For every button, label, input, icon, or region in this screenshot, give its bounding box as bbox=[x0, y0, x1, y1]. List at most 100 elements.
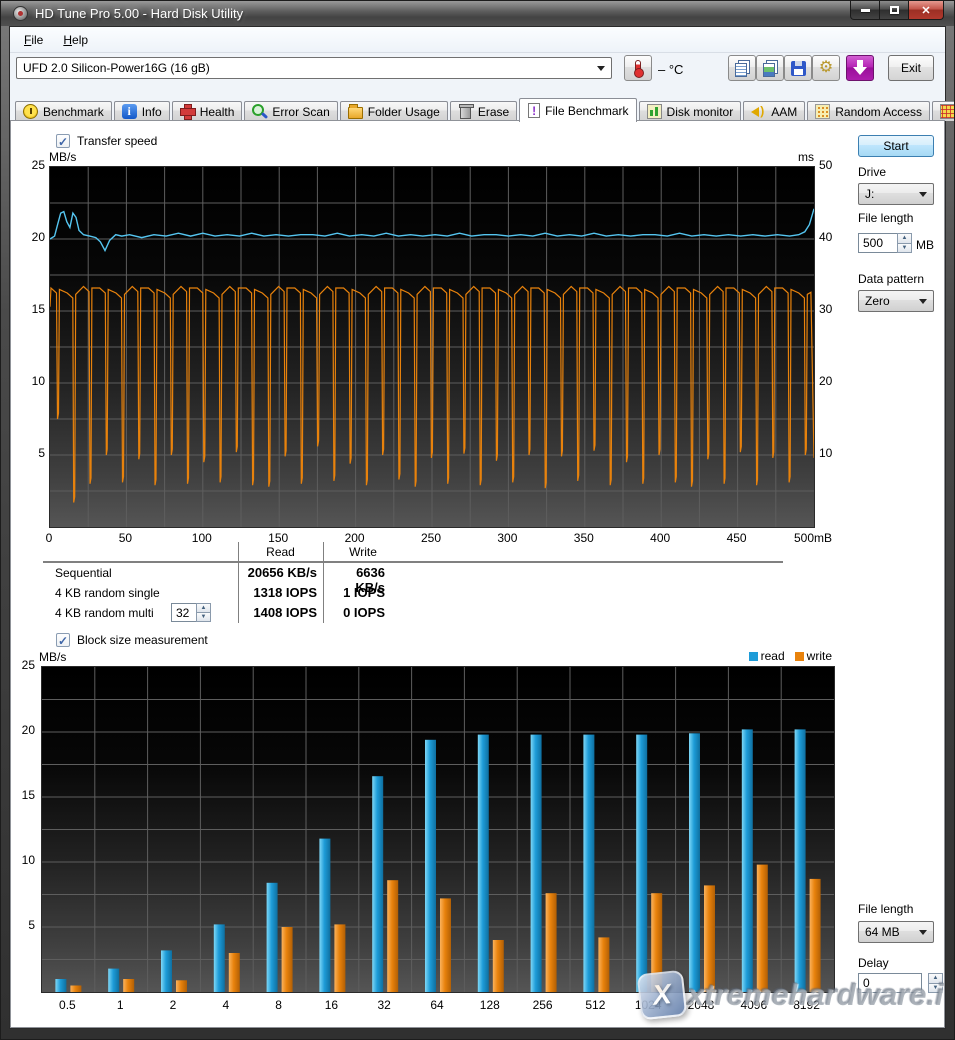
file-length-spinner: ▲ ▼ bbox=[858, 233, 912, 253]
delay-label: Delay bbox=[858, 956, 889, 970]
chart1-left-unit: MB/s bbox=[49, 150, 76, 164]
transfer-speed-label: Transfer speed bbox=[77, 134, 157, 148]
tab-folder-usage[interactable]: Folder Usage bbox=[340, 101, 448, 121]
tab-label: File Benchmark bbox=[545, 104, 628, 118]
tab-health[interactable]: Health bbox=[172, 101, 243, 121]
chart2-x-tick: 64 bbox=[407, 998, 467, 1012]
copy-text-icon bbox=[734, 60, 750, 76]
transfer-speed-checkbox[interactable]: ✓ bbox=[56, 134, 70, 148]
tab-disk-monitor[interactable]: Disk monitor bbox=[639, 101, 742, 121]
spin-down-icon[interactable]: ▼ bbox=[897, 243, 912, 254]
chart1-x-tick: 350 bbox=[554, 531, 614, 545]
download-arrow-icon bbox=[853, 60, 867, 76]
file-length-unit: MB bbox=[916, 238, 934, 252]
chart2-x-tick: 16 bbox=[301, 998, 361, 1012]
chart2-y-tick: 15 bbox=[11, 788, 35, 802]
menu-item-help[interactable]: Help bbox=[53, 29, 98, 51]
titlebar[interactable]: HD Tune Pro 5.00 - Hard Disk Utility ✕ bbox=[1, 1, 954, 26]
chart1-x-tick: 150 bbox=[248, 531, 308, 545]
chart2-x-tick: 2 bbox=[143, 998, 203, 1012]
tab-random-access[interactable]: Random Access bbox=[807, 101, 930, 121]
results-read-value: 20656 KB/s bbox=[238, 565, 317, 580]
read-legend-swatch bbox=[749, 652, 758, 661]
chart1-y-tick-right: 40 bbox=[819, 230, 832, 244]
chart1-x-tick: 50 bbox=[95, 531, 155, 545]
random-access-icon bbox=[815, 104, 830, 119]
data-pattern-selector[interactable]: Zero bbox=[858, 290, 934, 312]
chart2-x-tick: 1 bbox=[90, 998, 150, 1012]
tab-erase[interactable]: Erase bbox=[450, 101, 517, 121]
chart2-x-tick: 512 bbox=[565, 998, 625, 1012]
delay-spinner: ▲ ▼ bbox=[858, 973, 943, 993]
disk-monitor-icon bbox=[647, 104, 662, 119]
menu-item-file[interactable]: File bbox=[14, 29, 53, 51]
queue-depth-spinner: ▲▼ bbox=[171, 603, 211, 622]
chart1-y-tick-right: 10 bbox=[819, 446, 832, 460]
exit-button[interactable]: Exit bbox=[888, 55, 934, 81]
check-icon: ✓ bbox=[58, 135, 68, 149]
chart2-x-tick: 8192 bbox=[777, 998, 837, 1012]
tabbar: BenchmarkInfoHealthError Scan Folder Usag… bbox=[10, 97, 945, 121]
queue-depth-input[interactable] bbox=[171, 603, 197, 622]
file-benchmark-page: ✓ Transfer speed MB/s ms Start Drive J: … bbox=[10, 120, 945, 1028]
chart1-y-tick-right: 30 bbox=[819, 302, 832, 316]
chart1-y-tick-left: 10 bbox=[13, 374, 45, 388]
tab-aam[interactable]: AAM bbox=[743, 101, 805, 121]
chart1-x-tick: 100 bbox=[172, 531, 232, 545]
toolbar: UFD 2.0 Silicon-Power16G (16 gB) – °C Ex… bbox=[10, 54, 945, 96]
copy-text-button[interactable] bbox=[728, 55, 756, 81]
tab-benchmark[interactable]: Benchmark bbox=[15, 101, 112, 121]
block-size-checkbox[interactable]: ✓ bbox=[56, 633, 70, 647]
transfer-speed-chart bbox=[49, 166, 815, 528]
minimize-button[interactable] bbox=[850, 1, 880, 20]
start-button[interactable]: Start bbox=[858, 135, 934, 157]
chart1-y-tick-right: 20 bbox=[819, 374, 832, 388]
file-length-spin-arrows: ▲ ▼ bbox=[897, 233, 912, 253]
file-length2-selector[interactable]: 64 MB bbox=[858, 921, 934, 943]
queue-depth-arrows: ▲▼ bbox=[196, 603, 211, 622]
spin-down-icon[interactable]: ▼ bbox=[196, 612, 211, 622]
erase-icon bbox=[460, 106, 471, 119]
results-row-label: 4 KB random multi bbox=[55, 606, 154, 620]
chart1-x-tick: 450 bbox=[707, 531, 767, 545]
save-icon bbox=[791, 61, 806, 76]
results-row-label: 4 KB random single bbox=[55, 586, 160, 600]
tab-label: AAM bbox=[771, 105, 797, 119]
drive-selector[interactable]: J: bbox=[858, 183, 934, 205]
spin-down-icon[interactable]: ▼ bbox=[928, 983, 943, 994]
write-legend-swatch bbox=[795, 652, 804, 661]
copy-image-button[interactable] bbox=[756, 55, 784, 81]
file-length2-value: 64 MB bbox=[865, 925, 900, 939]
thermometer-icon bbox=[635, 60, 641, 76]
download-button[interactable] bbox=[846, 55, 874, 81]
chart1-x-tick: 200 bbox=[325, 531, 385, 545]
data-pattern-value: Zero bbox=[865, 294, 890, 308]
delay-spin-arrows: ▲ ▼ bbox=[928, 973, 943, 993]
results-read-value: 1408 IOPS bbox=[238, 605, 317, 620]
tab-label: Folder Usage bbox=[368, 105, 440, 119]
app-icon bbox=[13, 6, 28, 21]
chart1-y-tick-left: 25 bbox=[13, 158, 45, 172]
delay-input[interactable] bbox=[858, 973, 922, 993]
chevron-down-icon bbox=[597, 66, 605, 71]
close-button[interactable]: ✕ bbox=[908, 1, 944, 20]
chart2-x-tick: 4 bbox=[196, 998, 256, 1012]
save-button[interactable] bbox=[784, 55, 812, 81]
maximize-button[interactable] bbox=[880, 1, 908, 20]
temperature-button[interactable] bbox=[624, 55, 652, 81]
chart2-x-tick: 4096 bbox=[724, 998, 784, 1012]
options-button[interactable]: ⚙ bbox=[812, 55, 840, 81]
health-icon bbox=[180, 104, 195, 119]
tab-label: Disk monitor bbox=[667, 105, 734, 119]
results-write-value: 0 IOPS bbox=[323, 605, 385, 620]
client-area: FileHelp UFD 2.0 Silicon-Power16G (16 gB… bbox=[9, 26, 946, 1029]
menubar: FileHelp bbox=[10, 27, 945, 53]
tab-file-benchmark[interactable]: File Benchmark bbox=[519, 98, 636, 122]
device-selector[interactable]: UFD 2.0 Silicon-Power16G (16 gB) bbox=[16, 57, 612, 79]
tab-error-scan[interactable]: Error Scan bbox=[244, 101, 337, 121]
chart1-y-tick-left: 5 bbox=[13, 446, 45, 460]
file-length-input[interactable] bbox=[858, 233, 898, 253]
tab-info[interactable]: Info bbox=[114, 101, 170, 121]
window-title: HD Tune Pro 5.00 - Hard Disk Utility bbox=[35, 6, 243, 21]
tab-extra-tests[interactable]: Extra tests bbox=[932, 101, 955, 121]
